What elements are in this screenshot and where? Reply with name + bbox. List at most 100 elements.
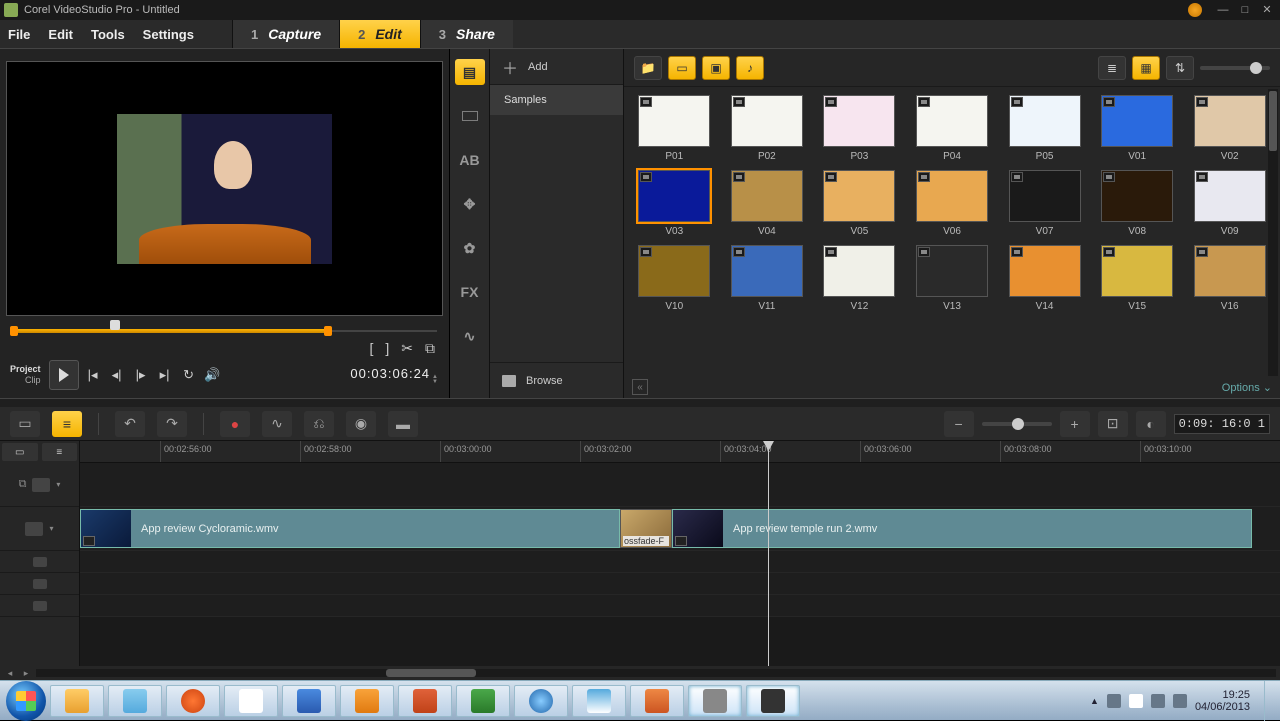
- library-item[interactable]: V11: [727, 245, 808, 312]
- maximize-button[interactable]: □: [1236, 3, 1254, 17]
- library-item[interactable]: V15: [1097, 245, 1178, 312]
- library-item[interactable]: V14: [1004, 245, 1085, 312]
- timeline-hscroll[interactable]: ◂ ▸: [0, 666, 1280, 680]
- trim-handle-left[interactable]: [10, 326, 18, 336]
- step-capture[interactable]: 1Capture: [232, 20, 339, 48]
- library-item[interactable]: V13: [912, 245, 993, 312]
- repeat-button[interactable]: ↻: [179, 365, 199, 385]
- clip-transition[interactable]: ossfade-F: [620, 509, 672, 548]
- library-item[interactable]: V12: [819, 245, 900, 312]
- tray-icon[interactable]: [1107, 694, 1121, 708]
- tray-icon[interactable]: [1129, 694, 1143, 708]
- snapshot-button[interactable]: ⧉: [425, 340, 435, 357]
- record-button[interactable]: ●: [220, 411, 250, 437]
- redo-button[interactable]: ↷: [157, 411, 187, 437]
- tray-expand-icon[interactable]: ▲: [1090, 696, 1099, 706]
- library-item[interactable]: P04: [912, 95, 993, 162]
- library-item[interactable]: V04: [727, 170, 808, 237]
- undo-button[interactable]: ↶: [115, 411, 145, 437]
- library-item[interactable]: V03: [634, 170, 715, 237]
- timeline-tracks[interactable]: 000:02:56:0000:02:58:0000:03:00:0000:03:…: [80, 441, 1280, 666]
- import-folder-button[interactable]: 📁: [634, 56, 662, 80]
- track-voice[interactable]: [80, 573, 1280, 595]
- preview-scrubber[interactable]: [6, 320, 443, 338]
- track-head-voice[interactable]: [0, 573, 79, 595]
- task-powerpoint[interactable]: [398, 685, 452, 717]
- taskbar-clock[interactable]: 19:25 04/06/2013: [1195, 689, 1250, 713]
- tray-volume-icon[interactable]: [1173, 694, 1187, 708]
- prev-frame-button[interactable]: ◂|: [107, 365, 127, 385]
- task-firefox[interactable]: [166, 685, 220, 717]
- library-item[interactable]: V09: [1189, 170, 1270, 237]
- track-music[interactable]: [80, 595, 1280, 617]
- project-duration[interactable]: 0:09: 16:0 1: [1174, 414, 1270, 434]
- audio-mixer-button[interactable]: ∿: [262, 411, 292, 437]
- library-tab-fx[interactable]: FX: [455, 279, 485, 305]
- preview-playhead[interactable]: [110, 320, 120, 330]
- task-itunes[interactable]: [514, 685, 568, 717]
- track-title[interactable]: [80, 551, 1280, 573]
- track-video[interactable]: App review Cycloramic.wmv ossfade-F App …: [80, 507, 1280, 551]
- view-grid-button[interactable]: ▦: [1132, 56, 1160, 80]
- cut-button[interactable]: ✂: [401, 340, 413, 357]
- play-button[interactable]: [49, 360, 79, 390]
- library-tab-transitions[interactable]: [455, 103, 485, 129]
- mark-out-button[interactable]: ]: [385, 340, 389, 356]
- timeline-ruler[interactable]: 000:02:56:0000:02:58:0000:03:00:0000:03:…: [80, 441, 1280, 463]
- go-start-button[interactable]: |◂: [83, 365, 103, 385]
- track-motion-button[interactable]: ◉: [346, 411, 376, 437]
- library-item[interactable]: V06: [912, 170, 993, 237]
- step-share[interactable]: 3Share: [420, 20, 513, 48]
- task-paint[interactable]: [572, 685, 626, 717]
- library-item[interactable]: V01: [1097, 95, 1178, 162]
- close-button[interactable]: ✕: [1258, 3, 1276, 17]
- fit-project-button[interactable]: ⊡: [1098, 411, 1128, 437]
- trim-handle-right[interactable]: [324, 326, 332, 336]
- track-head-title[interactable]: [0, 551, 79, 573]
- track-overlay[interactable]: [80, 463, 1280, 507]
- clip-2[interactable]: App review temple run 2.wmv: [672, 509, 1252, 548]
- next-frame-button[interactable]: |▸: [131, 365, 151, 385]
- task-outlook[interactable]: [340, 685, 394, 717]
- scroll-right-button[interactable]: ▸: [20, 668, 32, 678]
- library-add-button[interactable]: ＋Add: [490, 49, 623, 85]
- auto-music-button[interactable]: ⎌: [304, 411, 334, 437]
- library-item[interactable]: V10: [634, 245, 715, 312]
- timeline-zoom-slider[interactable]: [982, 422, 1052, 426]
- track-head-overlay[interactable]: ⧉▾: [0, 463, 79, 507]
- menu-tools[interactable]: Tools: [91, 27, 125, 42]
- task-videostudio[interactable]: [746, 685, 800, 717]
- library-options-button[interactable]: Options ⌄: [1222, 381, 1272, 394]
- library-item[interactable]: P05: [1004, 95, 1085, 162]
- filter-audio-button[interactable]: ♪: [736, 56, 764, 80]
- mark-in-button[interactable]: [: [369, 340, 373, 356]
- timeline-playhead[interactable]: [768, 441, 769, 666]
- library-scrollbar[interactable]: [1268, 89, 1278, 376]
- scroll-left-button[interactable]: ◂: [4, 668, 16, 678]
- step-edit[interactable]: 2Edit: [339, 20, 420, 48]
- library-tab-title[interactable]: AB: [455, 147, 485, 173]
- timeline-view-button[interactable]: ≡: [52, 411, 82, 437]
- library-tab-graphic[interactable]: ✥: [455, 191, 485, 217]
- library-item[interactable]: V02: [1189, 95, 1270, 162]
- tray-network-icon[interactable]: [1151, 694, 1165, 708]
- mode-clip-label[interactable]: Clip: [10, 375, 41, 386]
- minimize-button[interactable]: —: [1214, 3, 1232, 17]
- menu-settings[interactable]: Settings: [143, 27, 194, 42]
- library-item[interactable]: P01: [634, 95, 715, 162]
- corel-logo-icon[interactable]: [1188, 3, 1202, 17]
- library-item[interactable]: V08: [1097, 170, 1178, 237]
- thumbnail-size-slider[interactable]: [1200, 66, 1270, 70]
- show-desktop-button[interactable]: [1264, 681, 1274, 721]
- menu-file[interactable]: File: [8, 27, 30, 42]
- zoom-out-button[interactable]: −: [944, 411, 974, 437]
- subtitle-button[interactable]: ▬: [388, 411, 418, 437]
- track-head-music[interactable]: [0, 595, 79, 617]
- clip-1[interactable]: App review Cycloramic.wmv: [80, 509, 620, 548]
- library-folder-samples[interactable]: Samples: [490, 85, 623, 115]
- task-media[interactable]: [630, 685, 684, 717]
- preview-timecode[interactable]: 00:03:06:24▲▼: [350, 366, 439, 385]
- task-excel[interactable]: [456, 685, 510, 717]
- library-tab-media[interactable]: ▤: [455, 59, 485, 85]
- library-item[interactable]: V05: [819, 170, 900, 237]
